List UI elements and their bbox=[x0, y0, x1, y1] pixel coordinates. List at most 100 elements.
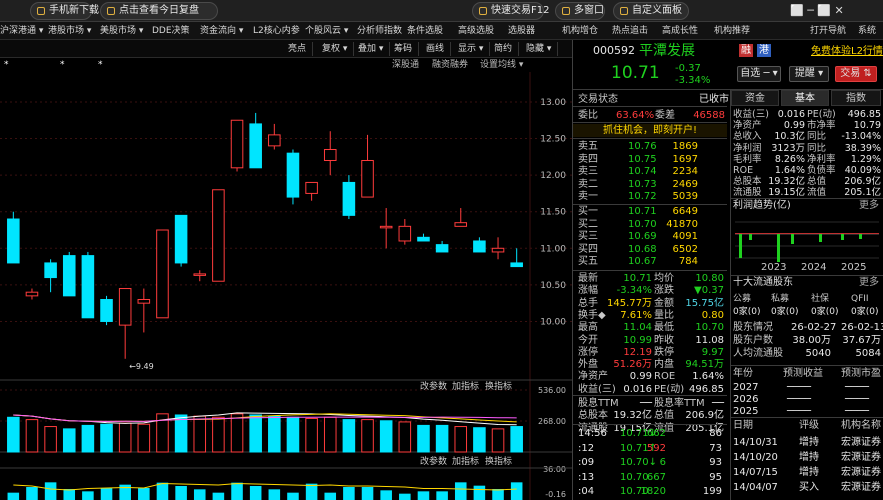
tab-basic[interactable]: 基本 bbox=[781, 90, 829, 106]
overlay-button[interactable]: 叠加 ▾ bbox=[352, 42, 391, 56]
fundamental-row: ROE 1.64% 负债率 40.09% bbox=[733, 164, 883, 176]
ask-row[interactable]: 卖四 10.75 1697 bbox=[578, 153, 728, 165]
highlight-button[interactable]: 亮点 bbox=[282, 42, 314, 56]
menu-us-market[interactable]: 美股市场 ▾ bbox=[100, 25, 143, 37]
holder-row-label: 人均流通股 bbox=[733, 348, 783, 359]
alert-button[interactable]: 提醒 ▾ bbox=[789, 66, 829, 82]
ask-row[interactable]: 卖二 10.73 2469 bbox=[578, 178, 728, 190]
menu-analyst-index[interactable]: 分析师指数 bbox=[357, 25, 402, 37]
menu-inst-recommend[interactable]: 机构推荐 bbox=[714, 25, 750, 37]
fundamental-row: 总收入 10.3亿 同比 -13.04% bbox=[733, 130, 883, 142]
ask-row[interactable]: 卖三 10.74 2234 bbox=[578, 165, 728, 177]
ask-row[interactable]: 卖五 10.76 1869 bbox=[578, 140, 728, 152]
holders-more-link[interactable]: 更多 bbox=[859, 276, 879, 290]
quick-trade-button[interactable]: 快速交易F12 bbox=[472, 2, 549, 20]
holder-value: 0家(0) bbox=[733, 307, 761, 317]
stat-row: 最新 10.71 均价 10.80 bbox=[578, 272, 728, 284]
kline-chart[interactable]: 536.00268.00改参数改参数加指标加指标换指标换指标36.00-0.16… bbox=[0, 72, 572, 500]
tab-fund[interactable]: 资金 bbox=[731, 90, 779, 106]
tick-volume: 1820 bbox=[640, 486, 666, 497]
level-price: 10.69 bbox=[628, 231, 657, 243]
indicator-bar bbox=[249, 486, 262, 500]
menu-hk-market[interactable]: 港股市场 ▾ bbox=[48, 25, 91, 37]
multi-window-button[interactable]: 多窗口 bbox=[555, 2, 605, 20]
indicator-bar bbox=[82, 491, 94, 500]
menu-high-growth[interactable]: 高成长性 bbox=[662, 25, 698, 37]
mobile-download-button[interactable]: 手机新下载 bbox=[30, 2, 99, 20]
candle-up bbox=[268, 134, 281, 147]
trade-button[interactable]: 交易 ⇅ bbox=[835, 66, 877, 82]
chart-subtoolbar: * * * 深股通 融资融券 设置均线 ▾ bbox=[0, 58, 572, 72]
menu-fund-flow[interactable]: 资金流向 ▾ bbox=[200, 25, 243, 37]
volume-bar bbox=[193, 415, 207, 453]
stat-value: -3.34% bbox=[616, 285, 652, 297]
simple-button[interactable]: 简约 bbox=[488, 42, 520, 56]
rating-value: 买入 bbox=[799, 482, 819, 493]
stat-label: 外盘 bbox=[578, 359, 598, 371]
stat-label: ROE bbox=[654, 371, 676, 383]
sz-connect-label[interactable]: 深股通 bbox=[392, 59, 419, 71]
hide-button[interactable]: 隐藏 ▾ bbox=[520, 42, 559, 56]
profit-more-link[interactable]: 更多 bbox=[859, 199, 879, 213]
daily-review-button[interactable]: 点击查看今日复盘 bbox=[100, 2, 218, 20]
open-account-ad[interactable]: 抓住机会，即刻开户! bbox=[573, 124, 727, 137]
bid-row[interactable]: 买一 10.71 6649 bbox=[578, 205, 728, 217]
stat-value: 10.70 bbox=[695, 322, 724, 334]
display-button[interactable]: 显示 ▾ bbox=[452, 42, 491, 56]
order-ratio: 委比 63.64% bbox=[578, 110, 655, 121]
forecast-header: 年份 bbox=[733, 368, 753, 379]
candle-down bbox=[81, 255, 95, 319]
menu-stock-picker[interactable]: 选股器 bbox=[508, 25, 535, 37]
custom-panel-button[interactable]: 自定义面板 bbox=[613, 2, 689, 20]
top-bar: 手机新下载 点击查看今日复盘 快速交易F12 多窗口 自定义面板 ⬜ ─ ⬜ ✕ bbox=[0, 0, 883, 22]
bid-row[interactable]: 买四 10.68 6502 bbox=[578, 243, 728, 255]
bid-row[interactable]: 买三 10.69 4091 bbox=[578, 230, 728, 242]
bid-row[interactable]: 买五 10.67 784 bbox=[578, 255, 728, 267]
trade-status-value: 已收市 bbox=[699, 94, 729, 105]
chips-button[interactable]: 筹码 bbox=[388, 42, 420, 56]
divider bbox=[573, 204, 727, 205]
l2-promo-link[interactable]: 免费体验L2行情 bbox=[811, 45, 883, 58]
daily-review-label: 点击查看今日复盘 bbox=[119, 5, 199, 16]
tick-volume: 662 bbox=[646, 428, 666, 439]
indicator-bar bbox=[343, 487, 355, 500]
stat-value: 15.75亿 bbox=[685, 297, 724, 309]
draw-line-button[interactable]: 画线 bbox=[420, 42, 452, 56]
tab-index[interactable]: 指数 bbox=[831, 90, 881, 106]
indicator-bar bbox=[212, 492, 225, 500]
divider bbox=[573, 270, 727, 271]
ask-row[interactable]: 卖一 10.72 5039 bbox=[578, 190, 728, 202]
stat-value: 206.9亿 bbox=[685, 410, 724, 422]
ma-settings-button[interactable]: 设置均线 ▾ bbox=[480, 59, 523, 71]
menu-system[interactable]: 系统 bbox=[858, 25, 876, 37]
menu-advanced-select[interactable]: 高级选股 bbox=[458, 25, 494, 37]
rating-header: 评级 bbox=[799, 420, 819, 431]
menu-dde[interactable]: DDE决策 bbox=[152, 25, 190, 37]
candle-down bbox=[249, 123, 262, 169]
trade-status: 交易状态 bbox=[578, 94, 618, 105]
window-controls[interactable]: ⬜ ─ ⬜ ✕ bbox=[790, 4, 844, 18]
tick-volume: 6 bbox=[659, 457, 666, 468]
menu-hk-connect[interactable]: 沪深港通 ▾ bbox=[0, 25, 43, 37]
quote-panel: 000592 平潭发展 融 港 免费体验L2行情 10.71 -0.37 -3.… bbox=[573, 40, 883, 500]
level-volume: 41870 bbox=[666, 218, 698, 230]
volume-bar bbox=[268, 415, 281, 453]
menu-l2-insights[interactable]: L2核心内参 bbox=[253, 25, 300, 37]
menu-hotspot[interactable]: 热点追击 bbox=[612, 25, 648, 37]
forecast-header: 预测收益 bbox=[783, 368, 823, 379]
rating-value: 增持 bbox=[799, 452, 819, 463]
menu-open-nav[interactable]: 打开导航 bbox=[810, 25, 846, 37]
bid-row[interactable]: 买二 10.70 41870 bbox=[578, 218, 728, 230]
level-volume: 1869 bbox=[672, 141, 698, 152]
margin-trading-label[interactable]: 融资融券 bbox=[432, 59, 468, 71]
level-volume: 6502 bbox=[672, 243, 698, 255]
menu-inst-increase[interactable]: 机构增仓 bbox=[562, 25, 598, 37]
stat-row: 股息TTM ── 股息率TTM ── bbox=[578, 397, 728, 409]
adjust-button[interactable]: 复权 ▾ bbox=[316, 42, 355, 56]
rating-institution: 宏源证券 bbox=[841, 437, 881, 448]
menu-condition-select[interactable]: 条件选股 bbox=[407, 25, 443, 37]
menu-stock-news[interactable]: 个股风云 ▾ bbox=[305, 25, 348, 37]
watchlist-button[interactable]: 自选 ─ ▾ bbox=[737, 66, 781, 82]
indicator-bar bbox=[417, 491, 430, 500]
indicator-bar bbox=[287, 492, 299, 500]
